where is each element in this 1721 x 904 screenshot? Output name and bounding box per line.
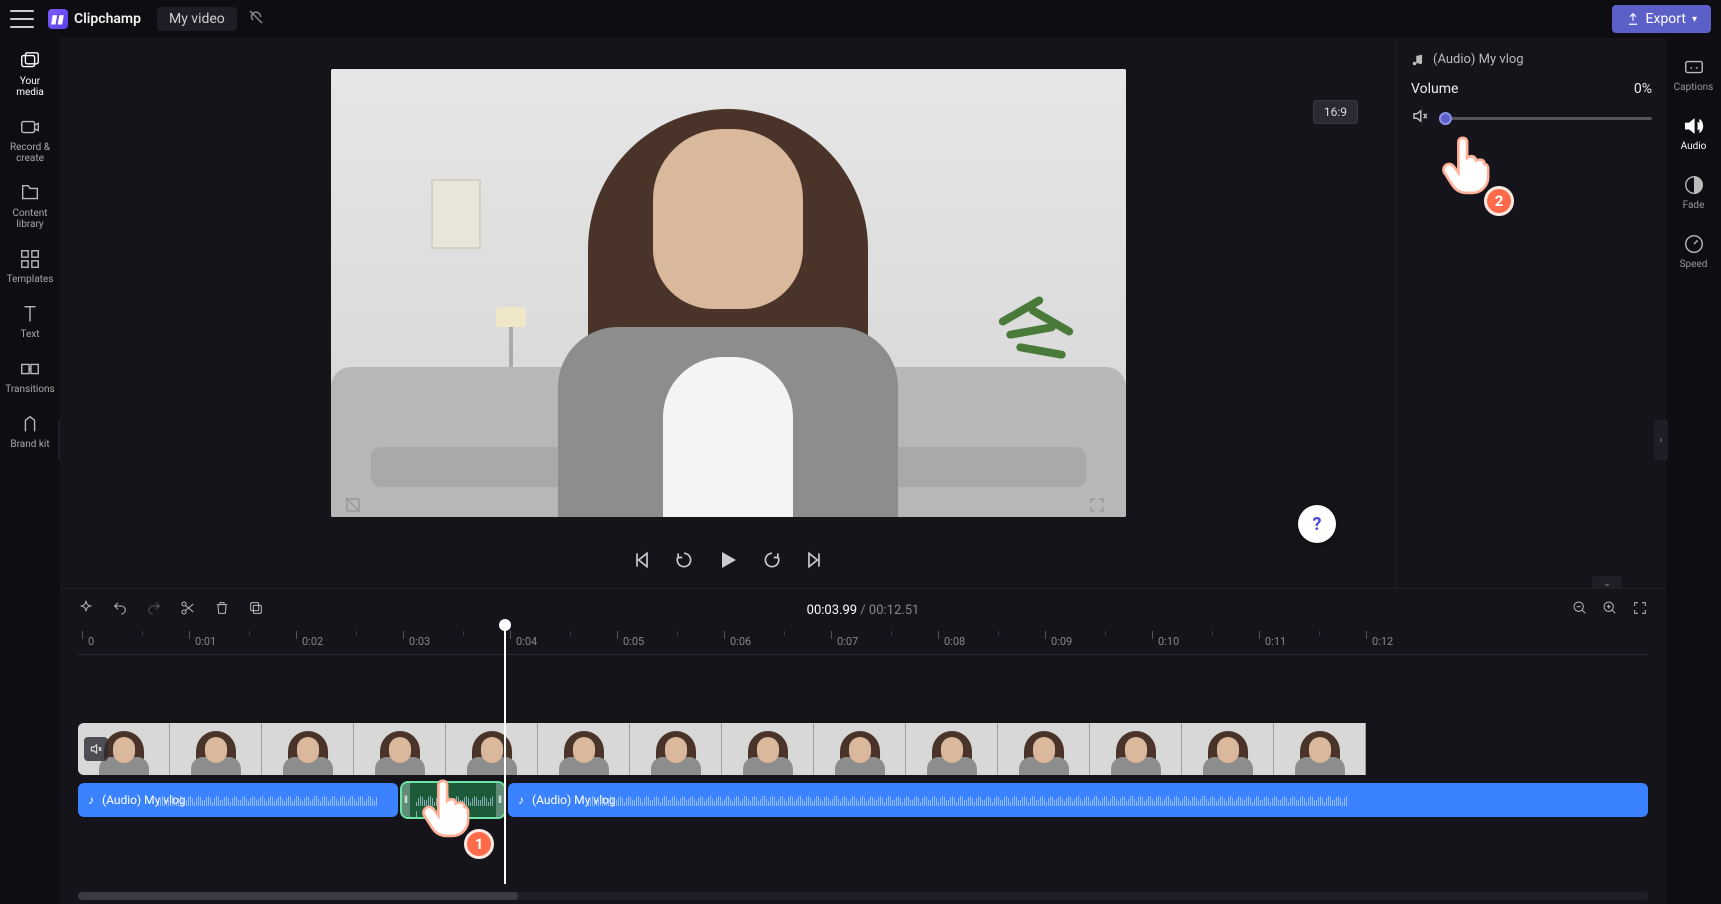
sidebar-item-brand-kit[interactable]: Brand kit: [5, 413, 55, 450]
clip-handle-left[interactable]: ‖: [402, 783, 410, 817]
skip-back-button[interactable]: [632, 550, 652, 574]
project-title[interactable]: My video: [157, 7, 237, 31]
music-icon: ♪: [88, 793, 94, 807]
rail-item-speed[interactable]: Speed: [1680, 233, 1708, 270]
left-sidebar: Your media Record & create Content libra…: [0, 38, 60, 904]
video-thumbnail: [630, 723, 722, 775]
clip-handle-right[interactable]: ‖: [496, 783, 504, 817]
ruler-mark: 0:01: [195, 635, 216, 648]
ruler-mark: 0:04: [516, 635, 537, 648]
selected-track-label: (Audio) My vlog: [1411, 52, 1652, 67]
timeline-ruler[interactable]: 0 0:01 0:02 0:03 0:04 0:05 0:06 0:07 0:08 0:09 0:1…: [78, 631, 1648, 655]
sidebar-item-record-create[interactable]: Record & create: [5, 116, 55, 164]
video-thumbnail: [170, 723, 262, 775]
app-logo: ▮▮ Clipchamp: [48, 9, 141, 29]
audio-track[interactable]: ♪ (Audio) My vlog ‖ ‖ ♪ (Audio) My vlog: [78, 783, 1648, 817]
audio-clip-2-selected[interactable]: ‖ ‖: [402, 783, 504, 817]
zoom-out-button[interactable]: [1572, 600, 1588, 620]
ruler-mark: 0:02: [302, 635, 323, 648]
export-label: Export: [1646, 11, 1686, 27]
time-display: 00:03.99 / 00:12.51: [807, 603, 920, 618]
ruler-mark: 0:09: [1051, 635, 1072, 648]
video-thumbnail: [814, 723, 906, 775]
sidebar-item-your-media[interactable]: Your media: [5, 50, 55, 98]
volume-slider-thumb[interactable]: [1439, 112, 1452, 125]
music-icon: ♪: [518, 793, 524, 807]
help-button[interactable]: ?: [1298, 505, 1336, 543]
rail-item-fade[interactable]: Fade: [1683, 174, 1705, 211]
sidebar-item-templates[interactable]: Templates: [5, 248, 55, 285]
ruler-mark: 0:08: [944, 635, 965, 648]
delete-button[interactable]: [214, 600, 230, 620]
rewind-button[interactable]: [674, 550, 694, 574]
mute-icon[interactable]: [1411, 107, 1429, 129]
zoom-in-button[interactable]: [1602, 600, 1618, 620]
video-thumbnail: [1090, 723, 1182, 775]
right-rail: Captions Audio Fade Speed: [1666, 38, 1721, 904]
video-thumbnail: [262, 723, 354, 775]
export-button[interactable]: Export ▾: [1612, 5, 1711, 33]
ruler-mark: 0:11: [1265, 635, 1286, 648]
video-thumbnail: [906, 723, 998, 775]
properties-panel: (Audio) My vlog Volume 0% ⌄: [1396, 38, 1666, 588]
auto-fx-button[interactable]: [78, 600, 94, 620]
brand-name: Clipchamp: [74, 11, 141, 27]
zoom-fit-button[interactable]: [1632, 600, 1648, 620]
menu-button[interactable]: [10, 10, 34, 28]
timeline-area: 00:03.99 / 00:12.51 0 0:01 0:02 0:03 0:04 0:0…: [60, 588, 1666, 904]
play-button[interactable]: [716, 548, 740, 576]
sync-off-icon[interactable]: [247, 8, 265, 30]
ruler-mark: 0:06: [730, 635, 751, 648]
copy-button[interactable]: [248, 600, 264, 620]
volume-slider[interactable]: [1439, 117, 1652, 120]
video-thumbnail: [354, 723, 446, 775]
redo-button[interactable]: [146, 600, 162, 620]
video-thumbnail: [538, 723, 630, 775]
ruler-mark: 0:07: [837, 635, 858, 648]
collapse-right-panel-button[interactable]: ›: [1654, 420, 1668, 460]
audio-clip-1[interactable]: ♪ (Audio) My vlog: [78, 783, 398, 817]
video-thumbnail: [1182, 723, 1274, 775]
video-thumbnail: [722, 723, 814, 775]
ruler-mark: 0:12: [1372, 635, 1393, 648]
sidebar-item-transitions[interactable]: Transitions: [5, 358, 55, 395]
rail-item-captions[interactable]: Captions: [1674, 56, 1714, 93]
video-thumbnail: [446, 723, 538, 775]
timeline-scrollbar-thumb[interactable]: [78, 892, 518, 900]
crop-icon[interactable]: [344, 496, 362, 518]
fullscreen-icon[interactable]: [1088, 496, 1106, 518]
forward-button[interactable]: [762, 550, 782, 574]
video-thumbnail: [998, 723, 1090, 775]
sidebar-item-content-library[interactable]: Content library: [5, 182, 55, 230]
preview-stage: 16:9 ?: [60, 38, 1396, 588]
aspect-ratio-button[interactable]: 16:9: [1313, 100, 1358, 124]
audio-clip-3[interactable]: ♪ (Audio) My vlog: [508, 783, 1648, 817]
split-button[interactable]: [180, 600, 196, 620]
volume-label: Volume: [1411, 81, 1458, 97]
rail-item-audio[interactable]: Audio: [1681, 115, 1707, 152]
ruler-mark: 0:05: [623, 635, 644, 648]
chevron-down-icon: ▾: [1692, 14, 1697, 25]
sidebar-item-text[interactable]: Text: [5, 303, 55, 340]
volume-value: 0%: [1634, 81, 1652, 97]
ruler-mark: 0: [88, 635, 94, 648]
video-thumbnail: [1274, 723, 1366, 775]
track-mute-icon[interactable]: [84, 737, 108, 761]
preview-video[interactable]: [331, 69, 1126, 517]
undo-button[interactable]: [112, 600, 128, 620]
ruler-mark: 0:03: [409, 635, 430, 648]
timeline-scrollbar[interactable]: [78, 892, 1648, 900]
video-track[interactable]: [78, 723, 1648, 775]
skip-forward-button[interactable]: [804, 550, 824, 574]
ruler-mark: 0:10: [1158, 635, 1179, 648]
